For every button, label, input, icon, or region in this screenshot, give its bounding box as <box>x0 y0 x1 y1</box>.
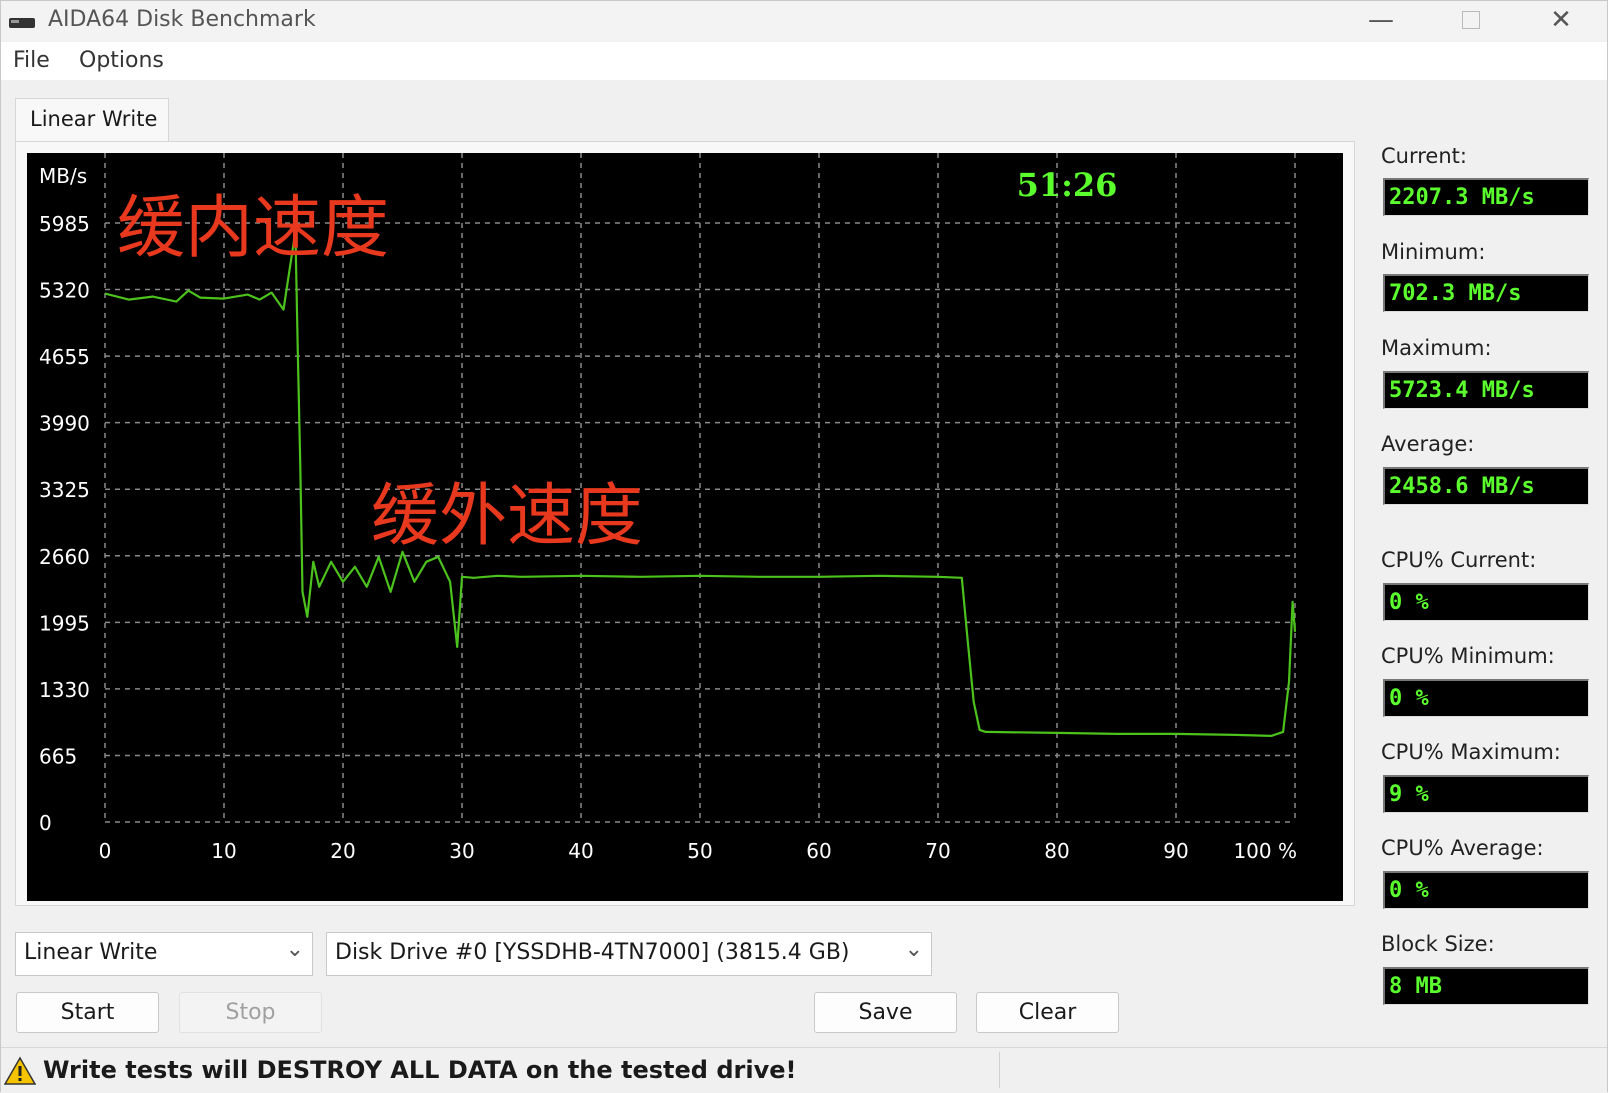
benchmark-chart: 0 665 1330 1995 2660 3325 3990 4655 5320 5985 0 10 2… <box>27 153 1343 901</box>
cpu-minimum-value: 0 % <box>1383 679 1589 717</box>
tab-linear-write[interactable]: Linear Write <box>15 98 169 142</box>
average-value: 2458.6 MB/s <box>1383 467 1589 505</box>
window-title: AIDA64 Disk Benchmark <box>48 7 316 32</box>
y-tick-label: 0 <box>39 811 52 835</box>
close-button[interactable]: ✕ <box>1526 1 1596 41</box>
current-value: 2207.3 MB/s <box>1383 178 1589 216</box>
x-tick-label: 100 % <box>1233 839 1297 863</box>
maximum-value: 5723.4 MB/s <box>1383 371 1589 409</box>
x-tick-label: 70 <box>925 839 950 863</box>
average-label: Average: <box>1381 432 1475 456</box>
stop-button[interactable]: Stop <box>179 992 322 1033</box>
cpu-maximum-label: CPU% Maximum: <box>1381 740 1561 764</box>
chart-svg: 0 665 1330 1995 2660 3325 3990 4655 5320 5985 0 10 2… <box>39 153 1297 863</box>
test-type-value: Linear Write <box>24 940 158 965</box>
x-tick-label: 80 <box>1044 839 1069 863</box>
warning-message: Write tests will DESTROY ALL DATA on the… <box>43 1056 797 1084</box>
warning-icon <box>4 1056 36 1085</box>
disk-icon <box>9 18 35 28</box>
block-size-value: 8 MB <box>1383 967 1589 1005</box>
menu-options[interactable]: Options <box>79 48 164 73</box>
drive-value: Disk Drive #0 [YSSDHB-4TN7000] (3815.4 G… <box>335 940 850 965</box>
maximize-icon <box>1462 11 1480 29</box>
minimum-value: 702.3 MB/s <box>1383 274 1589 312</box>
x-tick-label: 20 <box>330 839 355 863</box>
x-tick-label: 30 <box>449 839 474 863</box>
save-button[interactable]: Save <box>814 992 957 1033</box>
chart-annotation: 缓外速度 <box>371 477 643 556</box>
menu-bar: File Options <box>1 42 1607 80</box>
chart-annotation: 缓内速度 <box>117 189 389 268</box>
maximum-label: Maximum: <box>1381 336 1492 360</box>
test-type-select[interactable]: Linear Write ⌄ <box>15 932 313 976</box>
menu-file[interactable]: File <box>13 48 50 73</box>
y-axis-label: MB/s <box>39 164 87 188</box>
y-tick-label: 665 <box>39 744 77 768</box>
cpu-average-label: CPU% Average: <box>1381 836 1544 860</box>
x-tick-label: 0 <box>99 839 112 863</box>
y-tick-label: 1330 <box>39 678 90 702</box>
x-tick-label: 60 <box>806 839 831 863</box>
cpu-maximum-value: 9 % <box>1383 775 1589 813</box>
chevron-down-icon: ⌄ <box>285 937 304 962</box>
status-bar: Write tests will DESTROY ALL DATA on the… <box>1 1047 1607 1093</box>
cpu-minimum-label: CPU% Minimum: <box>1381 644 1555 668</box>
chevron-down-icon: ⌄ <box>904 937 923 962</box>
y-tick-label: 5985 <box>39 212 90 236</box>
y-tick-label: 3990 <box>39 412 90 436</box>
clear-button[interactable]: Clear <box>976 992 1119 1033</box>
current-label: Current: <box>1381 144 1467 168</box>
x-tick-label: 50 <box>687 839 712 863</box>
maximize-button[interactable] <box>1436 1 1506 41</box>
drive-select[interactable]: Disk Drive #0 [YSSDHB-4TN7000] (3815.4 G… <box>326 932 932 976</box>
x-tick-label: 40 <box>568 839 593 863</box>
y-tick-label: 4655 <box>39 345 90 369</box>
y-tick-label: 2660 <box>39 545 90 569</box>
timer-readout: 51:26 <box>1017 166 1118 204</box>
minimize-button[interactable]: — <box>1346 1 1416 41</box>
minimum-label: Minimum: <box>1381 240 1486 264</box>
y-tick-label: 3325 <box>39 478 90 502</box>
cpu-average-value: 0 % <box>1383 871 1589 909</box>
y-tick-label: 5320 <box>39 279 90 303</box>
y-tick-label: 1995 <box>39 611 90 635</box>
status-separator <box>999 1052 1000 1088</box>
cpu-current-value: 0 % <box>1383 583 1589 621</box>
start-button[interactable]: Start <box>16 992 159 1033</box>
x-tick-label: 10 <box>211 839 236 863</box>
x-tick-label: 90 <box>1163 839 1188 863</box>
cpu-current-label: CPU% Current: <box>1381 548 1537 572</box>
app-window: AIDA64 Disk Benchmark — ✕ File Options L… <box>0 0 1608 1093</box>
block-size-label: Block Size: <box>1381 932 1495 956</box>
title-bar[interactable]: AIDA64 Disk Benchmark — ✕ <box>1 1 1607 41</box>
